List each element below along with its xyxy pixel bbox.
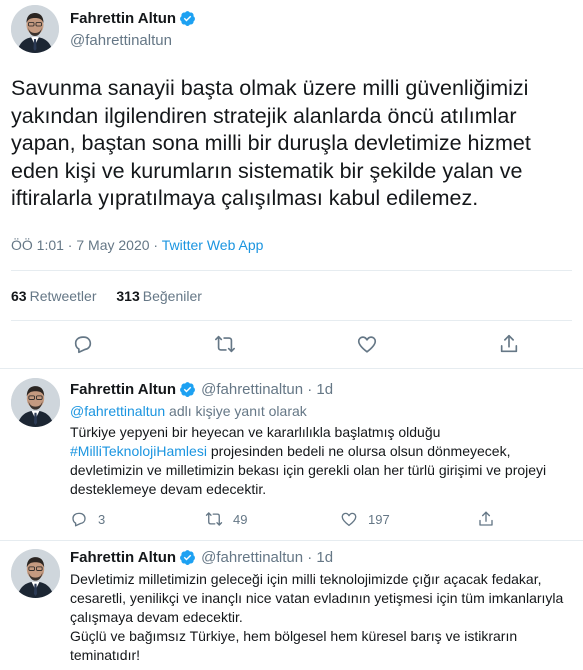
likes-count: 313 — [116, 288, 140, 304]
like-icon[interactable] — [356, 333, 378, 355]
verified-badge-icon — [179, 549, 196, 566]
author-name[interactable]: Fahrettin Altun — [70, 380, 176, 399]
divider — [11, 270, 572, 271]
author-handle[interactable]: @fahrettinaltun — [70, 31, 172, 50]
divider — [11, 320, 572, 321]
retweet-icon[interactable] — [214, 333, 236, 355]
reply-tweet[interactable]: Fahrettin Altun @fahrettinaltun · 1d @fa… — [0, 369, 583, 541]
retweet-button[interactable]: 49 — [205, 510, 247, 528]
reply-icon[interactable] — [72, 333, 94, 355]
avatar[interactable] — [11, 549, 60, 598]
tweet-timestamp[interactable]: ÖÖ 1:01 · 7 May 2020 · — [11, 237, 162, 253]
retweets-label: Retweetler — [29, 288, 97, 304]
main-tweet: Fahrettin Altun @fahrettinaltun Savunma … — [0, 0, 583, 369]
author-handle[interactable]: @fahrettinaltun · 1d — [201, 548, 333, 567]
tweet-actions — [0, 333, 583, 359]
author-name[interactable]: Fahrettin Altun — [70, 9, 176, 28]
verified-badge-icon — [179, 381, 196, 398]
avatar[interactable] — [11, 5, 59, 53]
share-icon[interactable] — [498, 333, 520, 355]
reply-text: Türkiye yepyeni bir heyecan ve kararlılı… — [70, 423, 575, 499]
avatar[interactable] — [11, 378, 60, 427]
reply-to-suffix: adlı kişiye yanıt olarak — [165, 403, 307, 419]
like-count: 197 — [368, 511, 390, 527]
reply-text-part: Türkiye yepyeni bir heyecan ve kararlılı… — [70, 424, 441, 440]
retweet-count: 49 — [233, 511, 248, 527]
retweets-stat[interactable]: 63 Retweetler — [11, 288, 97, 304]
reply-text-paragraph: Güçlü ve bağımsız Türkiye, hem bölgesel … — [70, 628, 518, 663]
author-name[interactable]: Fahrettin Altun — [70, 548, 176, 567]
tweet-meta: ÖÖ 1:01 · 7 May 2020 · Twitter Web App — [11, 236, 263, 255]
reply-actions: 3 49 197 — [70, 510, 550, 530]
retweet-icon — [205, 512, 223, 526]
author-handle[interactable]: @fahrettinaltun · 1d — [201, 380, 333, 399]
reply-button[interactable]: 3 — [70, 510, 105, 528]
like-button[interactable]: 197 — [340, 510, 390, 528]
reply-context: @fahrettinaltun adlı kişiye yanıt olarak — [70, 402, 307, 421]
reply-header: Fahrettin Altun @fahrettinaltun · 1d — [70, 380, 333, 399]
verified-badge-icon — [179, 10, 196, 27]
reply-icon — [72, 512, 86, 527]
reply-text: Devletimiz milletimizin geleceği için mi… — [70, 570, 575, 665]
like-icon — [341, 512, 357, 527]
share-icon — [479, 511, 493, 526]
share-button[interactable] — [477, 510, 505, 528]
tweet-stats: 63 Retweetler 313 Beğeniler — [11, 287, 218, 306]
reply-to-link[interactable]: @fahrettinaltun — [70, 403, 165, 419]
tweet-text: Savunma sanayii başta olmak üzere milli … — [11, 76, 531, 210]
tweet-source-link[interactable]: Twitter Web App — [162, 237, 264, 253]
hashtag-link[interactable]: #MilliTeknolojiHamlesi — [70, 443, 207, 459]
likes-label: Beğeniler — [142, 288, 202, 304]
likes-stat[interactable]: 313 Beğeniler — [116, 288, 202, 304]
reply-tweet[interactable]: Fahrettin Altun @fahrettinaltun · 1d Dev… — [0, 541, 583, 670]
reply-header: Fahrettin Altun @fahrettinaltun · 1d — [70, 548, 333, 567]
author-name-row[interactable]: Fahrettin Altun — [70, 9, 196, 28]
reply-text-paragraph: Devletimiz milletimizin geleceği için mi… — [70, 571, 564, 625]
retweets-count: 63 — [11, 288, 27, 304]
reply-count: 3 — [98, 511, 106, 527]
